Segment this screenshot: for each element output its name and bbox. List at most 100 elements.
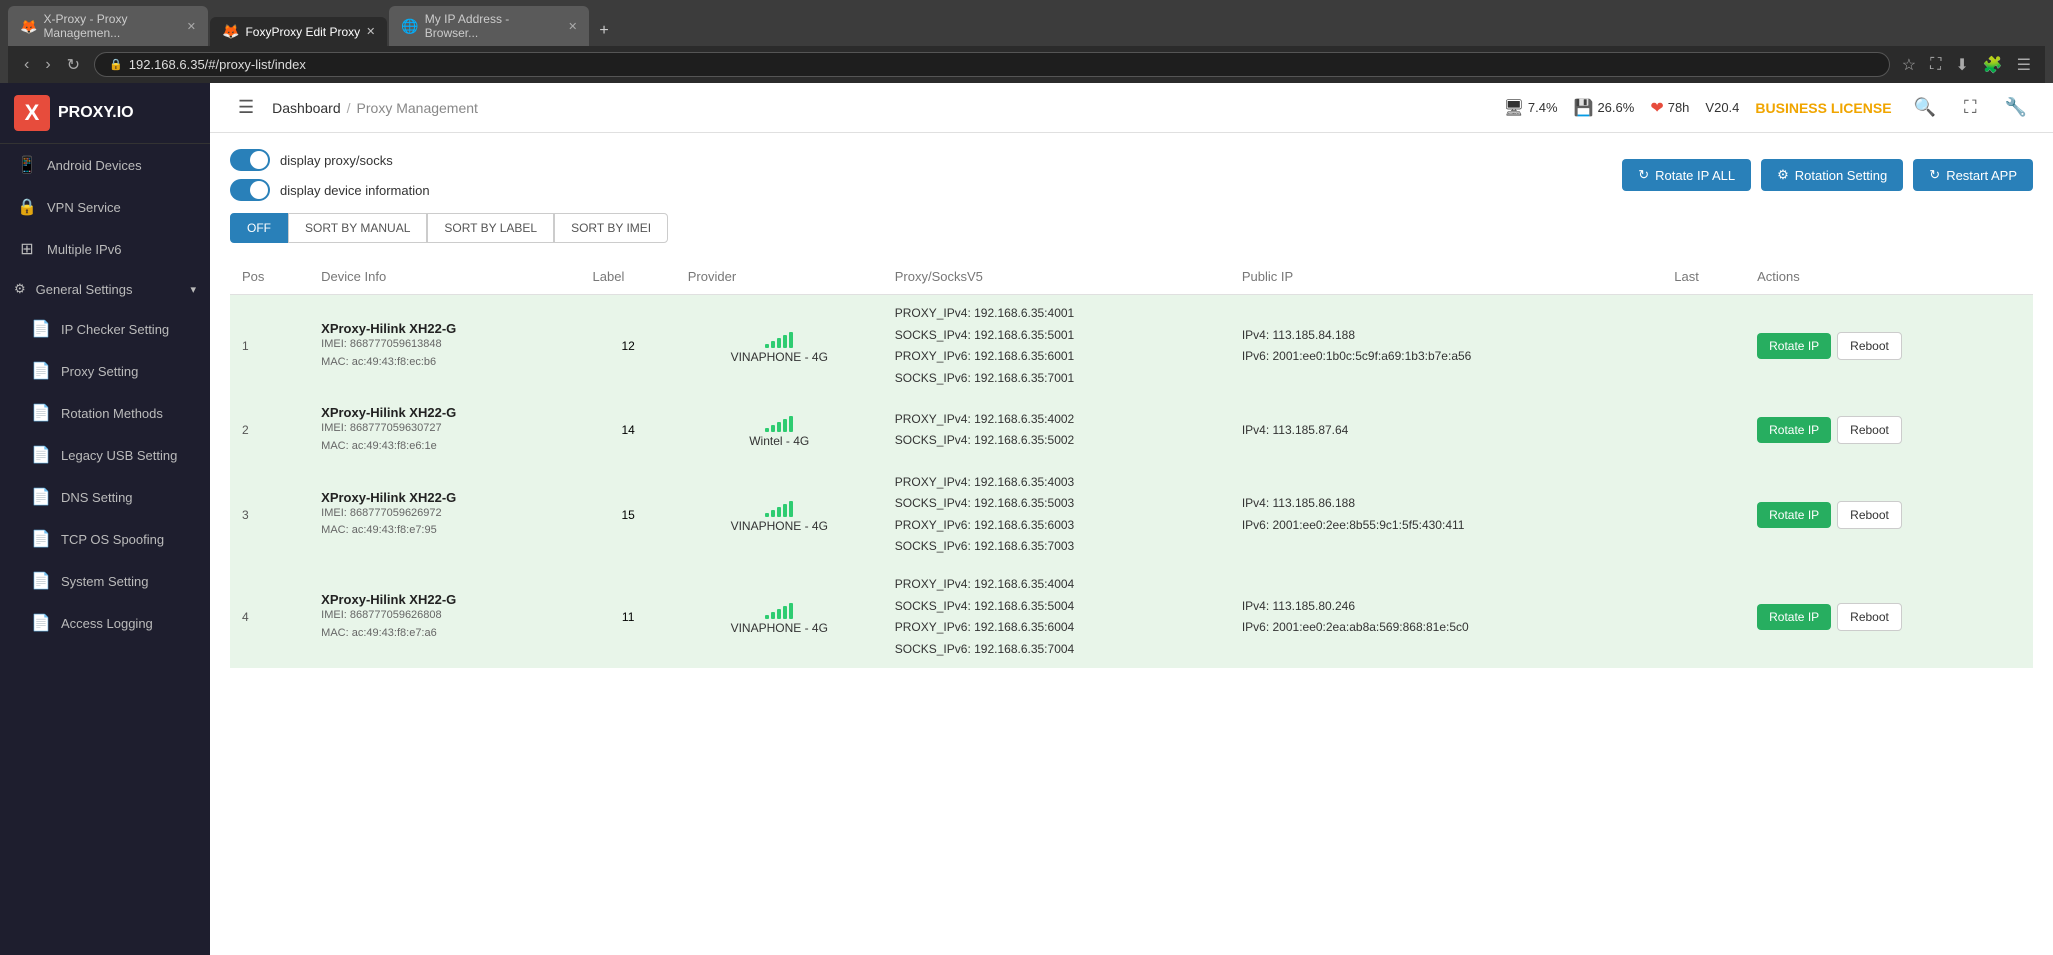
tab-close-3[interactable]: ✕ <box>568 20 577 33</box>
restart-app-button[interactable]: ↻ Restart APP <box>1913 159 2033 191</box>
android-icon: 📱 <box>17 155 37 175</box>
col-last: Last <box>1662 259 1745 295</box>
firefox-icon-1: 🦊 <box>20 18 37 35</box>
row-2-last <box>1662 464 1745 566</box>
forward-button[interactable]: › <box>39 53 56 77</box>
browser-right-icons: ☆ ⛶ ⬇ 🧩 ☰ <box>1898 53 2035 77</box>
sidebar-label-ipv6: Multiple IPv6 <box>47 242 121 257</box>
doc-icon-2: 📄 <box>31 361 51 381</box>
sidebar-item-rotation-methods[interactable]: 📄 Rotation Methods <box>0 392 210 434</box>
sidebar-item-system-setting[interactable]: 📄 System Setting <box>0 560 210 602</box>
signal-bars <box>688 497 871 517</box>
table-row: 4 XProxy-Hilink XH22-G IMEI: 86877705962… <box>230 566 2033 668</box>
reboot-button[interactable]: Reboot <box>1837 332 1902 360</box>
menu-icon[interactable]: ☰ <box>2013 53 2035 77</box>
sort-imei-button[interactable]: SORT BY IMEI <box>554 213 668 243</box>
chevron-down-icon: ▾ <box>190 283 196 296</box>
app-header: ☰ Dashboard / Proxy Management 🖥 7.4% 💾 … <box>210 83 2053 133</box>
globe-icon-3: 🌐 <box>401 18 418 35</box>
sort-label-button[interactable]: SORT BY LABEL <box>427 213 554 243</box>
sidebar-item-dns-setting[interactable]: 📄 DNS Setting <box>0 476 210 518</box>
proxy-info: PROXY_IPv4: 192.168.6.35:4002SOCKS_IPv4:… <box>895 409 1218 452</box>
sort-off-button[interactable]: OFF <box>230 213 288 243</box>
uptime-stat: ❤ 78h <box>1650 98 1689 118</box>
tab-label-3: My IP Address - Browser... <box>425 12 562 40</box>
search-button[interactable]: 🔍 <box>1908 95 1942 120</box>
star-icon[interactable]: ☆ <box>1898 53 1920 77</box>
device-name: XProxy-Hilink XH22-G <box>321 321 568 336</box>
tab-close-2[interactable]: ✕ <box>366 25 375 38</box>
reboot-button[interactable]: Reboot <box>1837 501 1902 529</box>
sidebar-item-proxy-setting[interactable]: 📄 Proxy Setting <box>0 350 210 392</box>
reboot-button[interactable]: Reboot <box>1837 603 1902 631</box>
signal-bar-4 <box>789 501 793 517</box>
ram-icon: 💾 <box>1574 98 1594 118</box>
firefox-icon-2: 🦊 <box>222 23 239 40</box>
reboot-button[interactable]: Reboot <box>1837 416 1902 444</box>
ram-stat: 💾 26.6% <box>1574 98 1635 118</box>
rotate-ip-all-button[interactable]: ↻ Rotate IP ALL <box>1622 159 1751 191</box>
toggle-device-info[interactable] <box>230 179 270 201</box>
signal-bar-4 <box>789 416 793 432</box>
device-name: XProxy-Hilink XH22-G <box>321 490 568 505</box>
sidebar-item-tcp-os[interactable]: 📄 TCP OS Spoofing <box>0 518 210 560</box>
wrench-button[interactable]: 🔧 <box>1999 95 2033 120</box>
download-icon[interactable]: ⬇ <box>1951 53 1972 77</box>
browser-tab-3[interactable]: 🌐 My IP Address - Browser... ✕ <box>389 6 589 46</box>
back-button[interactable]: ‹ <box>18 53 35 77</box>
rotate-ip-button[interactable]: Rotate IP <box>1757 502 1831 528</box>
toggle-proxy-socks[interactable] <box>230 149 270 171</box>
sidebar-item-legacy-usb[interactable]: 📄 Legacy USB Setting <box>0 434 210 476</box>
rotate-ip-button[interactable]: Rotate IP <box>1757 333 1831 359</box>
rotate-ip-button[interactable]: Rotate IP <box>1757 604 1831 630</box>
row-0-actions: Rotate IP Reboot <box>1745 295 2033 398</box>
device-name: XProxy-Hilink XH22-G <box>321 405 568 420</box>
sidebar-item-vpn-service[interactable]: 🔒 VPN Service <box>0 186 210 228</box>
fullscreen-button[interactable]: ⛶ <box>1958 95 1983 120</box>
browser-chrome: 🦊 X-Proxy - Proxy Managemen... ✕ 🦊 FoxyP… <box>0 0 2053 83</box>
sidebar-item-multiple-ipv6[interactable]: ⊞ Multiple IPv6 <box>0 228 210 270</box>
address-bar[interactable]: 🔒 192.168.6.35/#/proxy-list/index <box>94 52 1890 77</box>
reload-button[interactable]: ↻ <box>61 53 86 77</box>
rotation-setting-button[interactable]: ⚙ Rotation Setting <box>1761 159 1903 191</box>
action-buttons: ↻ Rotate IP ALL ⚙ Rotation Setting ↻ Res… <box>1622 159 2033 191</box>
ram-value: 26.6% <box>1597 100 1634 115</box>
rotate-ip-button[interactable]: Rotate IP <box>1757 417 1831 443</box>
row-2-proxy: PROXY_IPv4: 192.168.6.35:4003SOCKS_IPv4:… <box>883 464 1230 566</box>
hamburger-button[interactable]: ☰ <box>230 93 262 122</box>
sidebar-label-proxy: Proxy Setting <box>61 364 138 379</box>
col-pos: Pos <box>230 259 309 295</box>
row-3-public-ip: IPv4: 113.185.80.246IPv6: 2001:ee0:2ea:a… <box>1230 566 1662 668</box>
provider-label: Wintel - 4G <box>688 434 871 448</box>
tab-close-1[interactable]: ✕ <box>187 20 196 33</box>
content-area: display proxy/socks display device infor… <box>210 133 2053 955</box>
sidebar-item-access-logging[interactable]: 📄 Access Logging <box>0 602 210 644</box>
doc-icon-7: 📄 <box>31 571 51 591</box>
public-ip: IPv4: 113.185.84.188IPv6: 2001:ee0:1b0c:… <box>1242 325 1650 368</box>
doc-icon-5: 📄 <box>31 487 51 507</box>
signal-bar-0 <box>765 615 769 619</box>
browser-tab-1[interactable]: 🦊 X-Proxy - Proxy Managemen... ✕ <box>8 6 208 46</box>
sidebar-item-android-devices[interactable]: 📱 Android Devices <box>0 144 210 186</box>
doc-icon-8: 📄 <box>31 613 51 633</box>
signal-bars <box>688 328 871 348</box>
public-ip: IPv4: 113.185.80.246IPv6: 2001:ee0:2ea:a… <box>1242 596 1650 639</box>
extensions-icon[interactable]: 🧩 <box>1979 53 2007 77</box>
sidebar-item-general-settings[interactable]: ⚙ General Settings ▾ <box>0 270 210 308</box>
sidebar-label-vpn: VPN Service <box>47 200 121 215</box>
business-license-label: BUSINESS LICENSE <box>1755 100 1891 116</box>
signal-bar-0 <box>765 344 769 348</box>
doc-icon-4: 📄 <box>31 445 51 465</box>
sort-manual-button[interactable]: SORT BY MANUAL <box>288 213 427 243</box>
sidebar-label-ip-checker: IP Checker Setting <box>61 322 169 337</box>
toggle-row-1: display proxy/socks <box>230 149 430 171</box>
table-row: 3 XProxy-Hilink XH22-G IMEI: 86877705962… <box>230 464 2033 566</box>
signal-bar-0 <box>765 513 769 517</box>
maximize-icon[interactable]: ⛶ <box>1926 54 1945 76</box>
ipv6-icon: ⊞ <box>17 239 37 259</box>
browser-tab-2[interactable]: 🦊 FoxyProxy Edit Proxy ✕ <box>210 17 387 46</box>
row-1-public-ip: IPv4: 113.185.87.64 <box>1230 397 1662 463</box>
sidebar-item-ip-checker[interactable]: 📄 IP Checker Setting <box>0 308 210 350</box>
breadcrumb-dashboard[interactable]: Dashboard <box>272 100 341 116</box>
new-tab-button[interactable]: + <box>591 16 616 46</box>
